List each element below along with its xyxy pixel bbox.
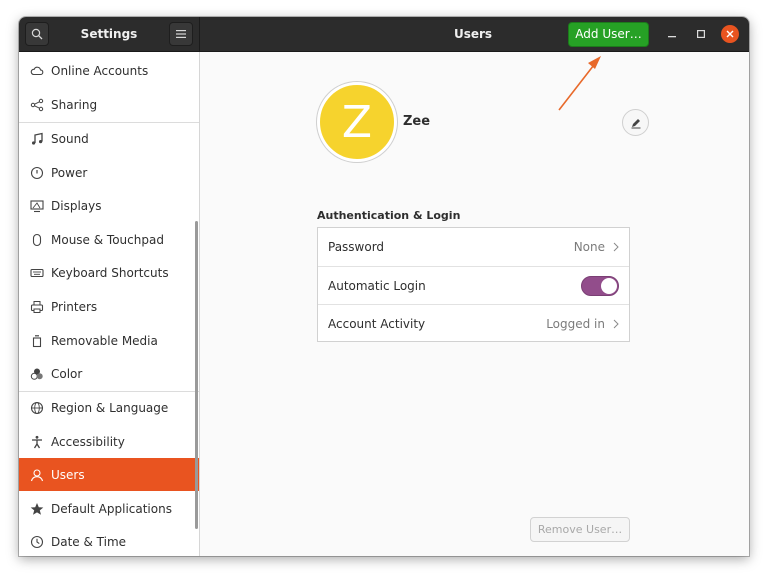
password-value: None — [573, 240, 605, 254]
sidebar-item-users[interactable]: Users — [19, 458, 199, 491]
sidebar-item-sound[interactable]: Sound — [19, 122, 199, 155]
user-icon — [30, 468, 44, 482]
star-icon — [30, 502, 44, 516]
sidebar-item-label: Sharing — [51, 97, 98, 112]
sidebar-item-region-language[interactable]: Region & Language — [19, 391, 199, 424]
sidebar-item-online-accounts[interactable]: Online Accounts — [19, 54, 199, 87]
globe-icon — [30, 401, 44, 415]
sidebar-item-date-time[interactable]: Date & Time — [19, 525, 199, 556]
sidebar-item-label: Keyboard Shortcuts — [51, 265, 169, 280]
header-bar: Settings Users Add User… — [19, 17, 749, 52]
accessibility-icon — [30, 435, 44, 449]
account-activity-label: Account Activity — [328, 316, 426, 331]
sidebar-item-label: Power — [51, 165, 88, 180]
auth-list: Password None Automatic Login Account Ac… — [317, 227, 630, 342]
clock-icon — [30, 535, 44, 549]
keyboard-icon — [30, 266, 44, 280]
sidebar-item-mouse-touchpad[interactable]: Mouse & Touchpad — [19, 223, 199, 256]
sidebar-scrollbar[interactable] — [195, 221, 198, 529]
sidebar-item-displays[interactable]: Displays — [19, 189, 199, 222]
close-icon — [726, 30, 734, 38]
close-button[interactable] — [721, 25, 739, 43]
removable-media-icon — [30, 334, 44, 348]
users-panel: Z Zee Authentication & Login Password No… — [200, 52, 749, 556]
sidebar-item-keyboard-shortcuts[interactable]: Keyboard Shortcuts — [19, 256, 199, 289]
power-icon — [30, 166, 44, 180]
auth-section-title: Authentication & Login — [317, 209, 461, 222]
sidebar-item-color[interactable]: Color — [19, 357, 199, 390]
avatar-letter: Z — [341, 96, 373, 148]
sidebar-item-power[interactable]: Power — [19, 156, 199, 189]
sidebar-item-label: Users — [51, 467, 85, 482]
menu-button[interactable] — [169, 22, 193, 46]
toggle-knob — [601, 277, 617, 294]
user-name: Zee — [403, 114, 431, 129]
pencil-icon — [631, 118, 640, 128]
avatar[interactable]: Z — [317, 82, 397, 162]
chevron-right-icon — [613, 319, 619, 328]
sidebar-item-sharing[interactable]: Sharing — [19, 88, 199, 121]
automatic-login-label: Automatic Login — [328, 278, 426, 293]
cloud-icon — [30, 64, 44, 78]
sidebar-item-accessibility[interactable]: Accessibility — [19, 425, 199, 458]
sidebar-item-label: Default Applications — [51, 501, 172, 516]
sidebar-header: Settings — [19, 17, 200, 52]
password-label: Password — [328, 240, 385, 254]
sidebar-item-label: Mouse & Touchpad — [51, 232, 164, 247]
hamburger-icon — [176, 30, 186, 38]
automatic-login-row: Automatic Login — [318, 266, 629, 304]
account-activity-value: Logged in — [546, 316, 605, 331]
edit-name-button[interactable] — [622, 109, 649, 136]
sidebar-item-label: Region & Language — [51, 401, 169, 415]
search-icon — [31, 28, 43, 40]
search-button[interactable] — [25, 22, 49, 46]
sidebar-item-label: Online Accounts — [51, 63, 149, 78]
account-activity-row[interactable]: Account Activity Logged in — [318, 304, 629, 342]
sidebar-item-label: Displays — [51, 198, 102, 213]
music-note-icon — [30, 132, 44, 146]
sidebar-item-label: Color — [51, 366, 83, 381]
sidebar-item-printers[interactable]: Printers — [19, 290, 199, 323]
sidebar-item-default-applications[interactable]: Default Applications — [19, 492, 199, 525]
minimize-icon — [668, 36, 676, 38]
settings-window: Settings Users Add User… Online Accounts… — [19, 17, 749, 556]
sidebar-item-label: Date & Time — [51, 534, 127, 549]
remove-user-button[interactable]: Remove User… — [530, 517, 630, 542]
sidebar-item-label: Sound — [51, 132, 89, 146]
sidebar-item-removable-media[interactable]: Removable Media — [19, 324, 199, 357]
mouse-icon — [30, 233, 44, 247]
add-user-button[interactable]: Add User… — [568, 22, 649, 47]
settings-title: Settings — [80, 27, 138, 41]
minimize-button[interactable] — [663, 25, 681, 43]
color-icon — [30, 367, 44, 381]
sidebar-item-label: Accessibility — [51, 434, 125, 449]
share-icon — [30, 98, 44, 112]
maximize-icon — [697, 30, 705, 38]
sidebar: Online Accounts Sharing Sound Power Disp… — [19, 52, 200, 556]
display-icon — [30, 199, 44, 213]
sidebar-item-label: Printers — [51, 299, 98, 314]
sidebar-item-label: Removable Media — [51, 333, 158, 348]
printer-icon — [30, 300, 44, 314]
page-title: Users — [453, 27, 493, 41]
maximize-button[interactable] — [692, 25, 710, 43]
chevron-right-icon — [613, 242, 619, 252]
automatic-login-toggle[interactable] — [581, 275, 619, 296]
password-row[interactable]: Password None — [318, 228, 629, 266]
